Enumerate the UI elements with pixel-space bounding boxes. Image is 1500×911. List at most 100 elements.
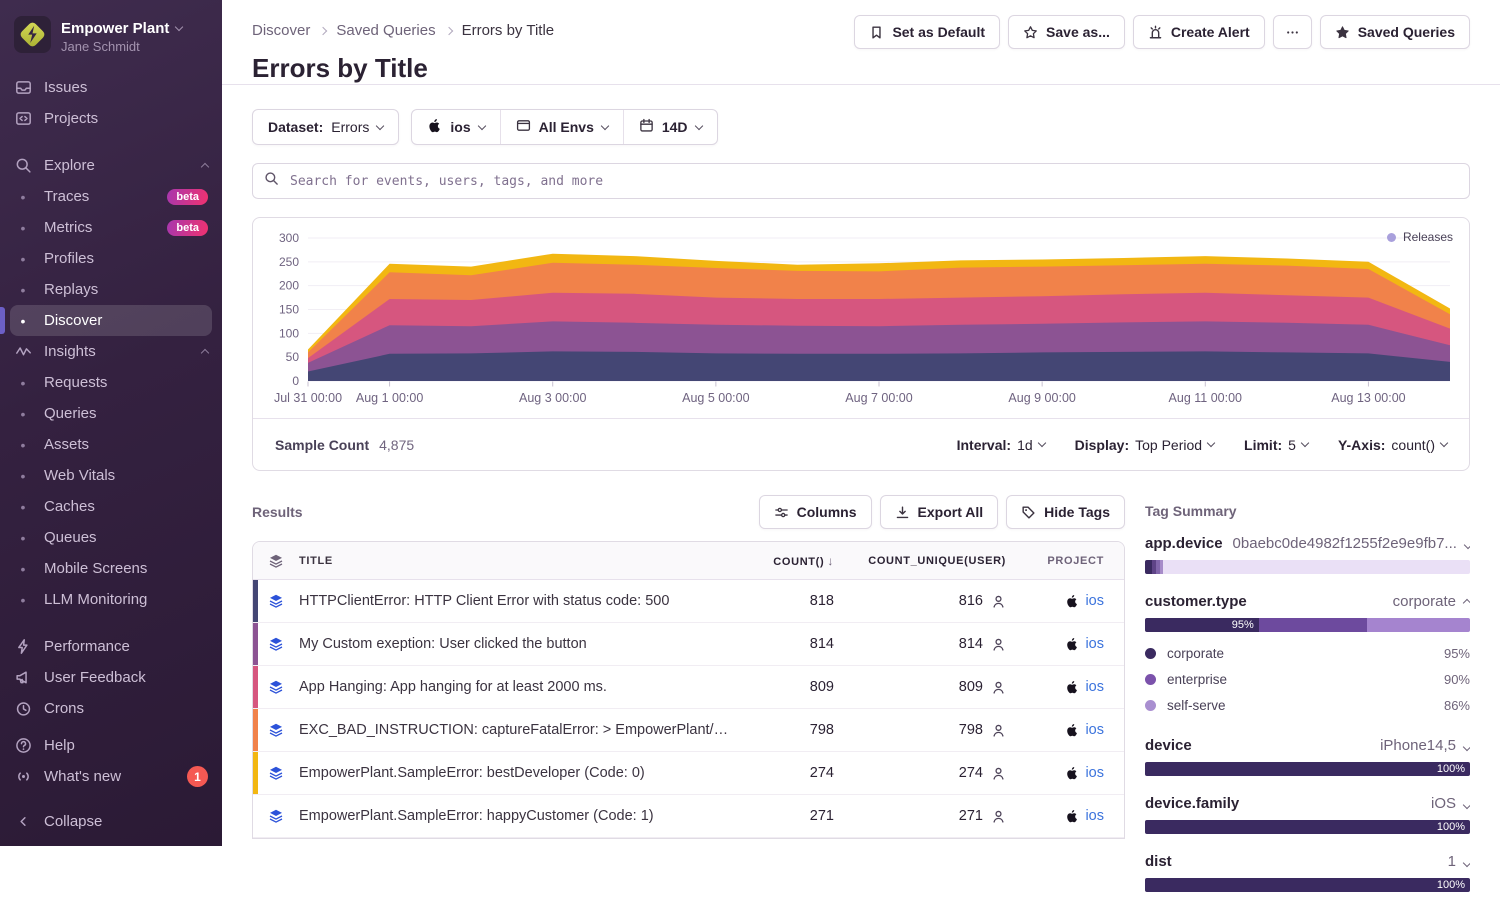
sidebar-item-requests[interactable]: •Requests [0,367,222,398]
table-row[interactable]: EmpowerPlant.SampleError: bestDeveloper … [253,752,1124,795]
more-options-button[interactable] [1273,15,1312,49]
sidebar-item-queues[interactable]: •Queues [0,522,222,553]
sidebar-item-what-s-new[interactable]: What's new1 [0,761,222,792]
project-filter[interactable]: ios [412,110,499,144]
sidebar-item-label: Assets [44,436,89,453]
table-row[interactable]: HTTPClientError: HTTP Client Error with … [253,580,1124,623]
layers-icon[interactable] [253,553,299,569]
tag-header-device-family[interactable]: device.familyiOS [1145,795,1470,812]
sidebar-item-label: Traces [44,188,89,205]
tag-value-text: corporate [1393,593,1456,610]
tag-header-customer-type[interactable]: customer.typecorporate [1145,593,1470,610]
tag-header-device[interactable]: deviceiPhone14,5 [1145,737,1470,754]
create-alert-button[interactable]: Create Alert [1133,15,1265,49]
tag-legend-row[interactable]: enterprise90% [1145,666,1470,692]
sidebar-item-mobile-screens[interactable]: •Mobile Screens [0,553,222,584]
tag-distribution-bar[interactable] [1145,560,1470,574]
set-as-default-button[interactable]: Set as Default [854,15,1000,49]
column-header-count-unique[interactable]: COUNT_UNIQUE(USER) [834,555,1006,567]
search-input[interactable] [288,173,1458,190]
save-as-button[interactable]: Save as... [1008,15,1125,49]
project-link[interactable]: ios [1085,679,1104,695]
project-link[interactable]: ios [1085,722,1104,738]
column-header-project[interactable]: PROJECT [1006,555,1124,567]
sidebar-item-assets[interactable]: •Assets [0,429,222,460]
project-link[interactable]: ios [1085,636,1104,652]
sidebar-item-label: Crons [44,700,84,717]
chart-canvas: 050100150200250300Jul 31 00:00Aug 1 00:0… [253,218,1471,418]
bullet-icon: • [14,406,32,422]
sidebar-collapse-button[interactable]: Collapse [0,813,222,846]
table-row[interactable]: App Hanging: App hanging for at least 20… [253,666,1124,709]
sidebar-item-performance[interactable]: Performance [0,631,222,662]
layers-icon[interactable] [253,593,299,609]
yaxis-selector[interactable]: Y-Axis: count() [1338,437,1447,453]
sidebar-item-traces[interactable]: •Tracesbeta [0,181,222,212]
row-title[interactable]: EmpowerPlant.SampleError: bestDeveloper … [299,765,734,781]
chart-legend[interactable]: Releases [1387,230,1453,244]
saved-queries-button[interactable]: Saved Queries [1320,15,1470,49]
layers-icon[interactable] [253,808,299,824]
table-row[interactable]: EmpowerPlant.SampleError: happyCustomer … [253,795,1124,838]
sidebar-item-label: Queries [44,405,97,422]
tag-header-dist[interactable]: dist1 [1145,853,1470,870]
org-switcher[interactable]: Empower Plant Jane Schmidt [0,12,222,72]
table-row[interactable]: EXC_BAD_INSTRUCTION: captureFatalError: … [253,709,1124,752]
sidebar-item-metrics[interactable]: •Metricsbeta [0,212,222,243]
breadcrumb-saved-queries[interactable]: Saved Queries [336,22,435,39]
series-color-bar [253,709,258,751]
sidebar-item-user-feedback[interactable]: User Feedback [0,662,222,693]
tag-distribution-bar[interactable]: 100% [1145,878,1470,892]
project-link[interactable]: ios [1085,593,1104,609]
sidebar-item-discover[interactable]: •Discover [10,305,212,336]
breadcrumb-discover[interactable]: Discover [252,22,310,39]
column-header-title[interactable]: TITLE [299,555,734,567]
hide-tags-button[interactable]: Hide Tags [1006,495,1125,529]
dataset-selector[interactable]: Dataset: Errors [252,109,399,145]
sidebar-item-caches[interactable]: •Caches [0,491,222,522]
tag-legend-row[interactable]: corporate95% [1145,640,1470,666]
page-content: Dataset: Errors ios All Envs [222,85,1500,911]
row-title[interactable]: App Hanging: App hanging for at least 20… [299,679,734,695]
sidebar: Empower Plant Jane Schmidt IssuesProject… [0,0,222,846]
project-link[interactable]: ios [1085,808,1104,824]
display-selector[interactable]: Display: Top Period [1075,437,1214,453]
tag-legend-row[interactable]: self-serve86% [1145,692,1470,718]
tag-header-app-device[interactable]: app.device0baebc0de4982f1255f2e9e9fb7... [1145,535,1470,552]
layers-icon[interactable] [253,679,299,695]
tag-distribution-bar[interactable]: 100% [1145,820,1470,834]
row-title[interactable]: My Custom exeption: User clicked the but… [299,636,734,652]
save-as-label: Save as... [1046,24,1110,40]
date-range-filter[interactable]: 14D [623,110,717,144]
limit-selector[interactable]: Limit: 5 [1244,437,1308,453]
layers-icon[interactable] [253,765,299,781]
environment-filter[interactable]: All Envs [500,110,623,144]
sidebar-item-web-vitals[interactable]: •Web Vitals [0,460,222,491]
layers-icon[interactable] [253,636,299,652]
layers-icon[interactable] [253,722,299,738]
chevron-down-icon [477,121,485,129]
sidebar-item-crons[interactable]: Crons [0,693,222,724]
row-title[interactable]: HTTPClientError: HTTP Client Error with … [299,593,734,609]
sidebar-item-projects[interactable]: Projects [0,103,222,134]
columns-button[interactable]: Columns [759,495,872,529]
sidebar-item-issues[interactable]: Issues [0,72,222,103]
row-title[interactable]: EmpowerPlant.SampleError: happyCustomer … [299,808,734,824]
project-link[interactable]: ios [1085,765,1104,781]
sidebar-item-insights[interactable]: Insights [0,336,222,367]
sidebar-item-replays[interactable]: •Replays [0,274,222,305]
sidebar-item-help[interactable]: Help [0,730,222,761]
tag-distribution-bar[interactable]: 100% [1145,762,1470,776]
interval-selector[interactable]: Interval: 1d [957,437,1045,453]
sidebar-item-queries[interactable]: • Queries [0,398,222,429]
table-row[interactable]: My Custom exeption: User clicked the but… [253,623,1124,666]
sidebar-item-profiles[interactable]: •Profiles [0,243,222,274]
tag-distribution-bar[interactable]: 95% [1145,618,1470,632]
svg-text:100: 100 [279,326,299,340]
row-title[interactable]: EXC_BAD_INSTRUCTION: captureFatalError: … [299,722,734,738]
column-header-count[interactable]: COUNT()↓ [734,554,834,568]
export-all-button[interactable]: Export All [880,495,999,529]
row-count-unique-value: 798 [959,722,983,738]
sidebar-item-explore[interactable]: Explore [0,150,222,181]
sidebar-item-llm-monitoring[interactable]: •LLM Monitoring [0,584,222,615]
